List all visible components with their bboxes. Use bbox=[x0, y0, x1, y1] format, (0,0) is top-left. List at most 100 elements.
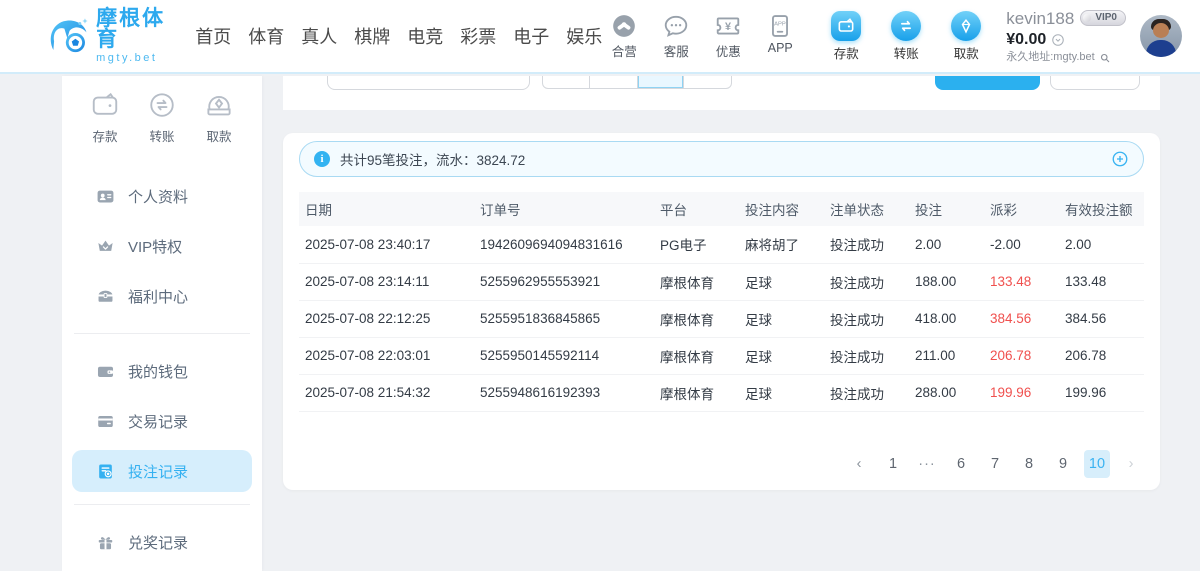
deposit-icon-box bbox=[831, 11, 861, 41]
page-button-7[interactable]: 7 bbox=[982, 450, 1008, 478]
nav-item-7[interactable]: 娱乐 bbox=[566, 23, 602, 49]
quick-action-label: 存款 bbox=[92, 126, 117, 145]
table-cell: 133.48 bbox=[1059, 263, 1144, 300]
sidebar-item-wallet[interactable]: 我的钱包 bbox=[62, 346, 262, 396]
search-button[interactable] bbox=[935, 76, 1040, 90]
table-cell: 投注成功 bbox=[824, 263, 909, 300]
sidebar-item-label: 交易记录 bbox=[128, 411, 188, 432]
nav-item-1[interactable]: 体育 bbox=[248, 23, 284, 49]
header-action-label: 存款 bbox=[834, 43, 859, 62]
nav-item-5[interactable]: 彩票 bbox=[460, 23, 496, 49]
sidebar-item-idcard[interactable]: 个人资料 bbox=[62, 171, 262, 221]
quick-action-label: 转账 bbox=[149, 126, 174, 145]
table-cell: 2.00 bbox=[909, 226, 984, 263]
sidebar-item-betdoc[interactable]: 投注记录 bbox=[72, 450, 252, 492]
pagination: ‹1···678910› bbox=[299, 450, 1144, 478]
date-range-segment-1[interactable] bbox=[543, 76, 589, 88]
transfer-outline-icon bbox=[147, 90, 177, 120]
table-cell: 288.00 bbox=[909, 374, 984, 411]
table-cell: PG电子 bbox=[654, 226, 739, 263]
sidebar-divider bbox=[74, 333, 250, 334]
table-cell: 2025-07-08 22:12:25 bbox=[299, 300, 474, 337]
table-cell: 5255962955553921 bbox=[474, 263, 654, 300]
header-action-label: 优惠 bbox=[716, 41, 741, 60]
header-action-withdraw[interactable]: 取款 bbox=[944, 11, 988, 62]
svg-text:APP: APP bbox=[774, 21, 786, 27]
nav-item-2[interactable]: 真人 bbox=[301, 23, 337, 49]
table-cell: 206.78 bbox=[984, 337, 1059, 374]
nav-item-4[interactable]: 电竞 bbox=[407, 23, 443, 49]
date-range-segment-2[interactable] bbox=[589, 76, 637, 88]
brand-logo[interactable]: 摩根体育 mgty.bet bbox=[46, 8, 171, 64]
top-header: 摩根体育 mgty.bet 首页体育真人棋牌电竞彩票电子娱乐 合营客服 ¥ 优惠 AP… bbox=[0, 0, 1200, 74]
pagination-next[interactable]: › bbox=[1118, 450, 1144, 478]
bet-records-table: 日期订单号平台投注内容注单状态投注派彩有效投注额 2025-07-08 23:4… bbox=[299, 192, 1144, 412]
table-cell: 麻将胡了 bbox=[739, 226, 824, 263]
header-action-chat[interactable]: 客服 bbox=[654, 13, 698, 60]
header-action-app[interactable]: APPAPP bbox=[758, 13, 802, 60]
page-button-10[interactable]: 10 bbox=[1084, 450, 1110, 478]
table-cell: 摩根体育 bbox=[654, 300, 739, 337]
header-action-transfer[interactable]: 转账 bbox=[884, 11, 928, 62]
table-row: 2025-07-08 23:14:115255962955553921摩根体育足… bbox=[299, 263, 1144, 300]
pagination-prev[interactable]: ‹ bbox=[846, 450, 872, 478]
table-cell: 投注成功 bbox=[824, 337, 909, 374]
brand-name: 摩根体育 bbox=[96, 8, 171, 50]
table-cell: 384.56 bbox=[984, 300, 1059, 337]
username: kevin188 bbox=[1006, 8, 1074, 29]
sidebar-item-chest[interactable]: 福利中心 bbox=[62, 271, 262, 321]
magnifier-icon[interactable] bbox=[1099, 52, 1111, 64]
bet-records-card: i 共计95笔投注，流水：3824.72 日期订单号平台投注内容注单状态投注派彩… bbox=[283, 133, 1160, 490]
table-column-header-2: 平台 bbox=[654, 192, 739, 226]
nav-item-6[interactable]: 电子 bbox=[513, 23, 549, 49]
nav-item-0[interactable]: 首页 bbox=[195, 23, 231, 49]
table-cell: 2025-07-08 23:14:11 bbox=[299, 263, 474, 300]
chevron-circle-icon[interactable] bbox=[1051, 33, 1065, 47]
filter-input[interactable] bbox=[327, 76, 530, 90]
table-cell: 摩根体育 bbox=[654, 374, 739, 411]
table-column-header-3: 投注内容 bbox=[739, 192, 824, 226]
table-row: 2025-07-08 22:03:015255950145592114摩根体育足… bbox=[299, 337, 1144, 374]
sidebar-item-gift[interactable]: 兑奖记录 bbox=[62, 517, 262, 567]
table-cell: 足球 bbox=[739, 300, 824, 337]
reset-button[interactable] bbox=[1050, 76, 1140, 90]
page-button-9[interactable]: 9 bbox=[1050, 450, 1076, 478]
sidebar-quick-withdraw[interactable]: 取款 bbox=[204, 90, 234, 145]
header-gray-actions: 合营客服 ¥ 优惠 APPAPP bbox=[602, 13, 802, 60]
header-action-coupon[interactable]: ¥ 优惠 bbox=[706, 13, 750, 60]
vip-badge: VIP0 bbox=[1080, 10, 1126, 27]
summary-text: 共计95笔投注，流水：3824.72 bbox=[340, 149, 525, 169]
balance-amount: ¥0.00 bbox=[1006, 30, 1046, 50]
sidebar-item-label: 我的钱包 bbox=[128, 361, 188, 382]
header-action-label: 客服 bbox=[664, 41, 689, 60]
table-cell: 199.96 bbox=[1059, 374, 1144, 411]
page-button-6[interactable]: 6 bbox=[948, 450, 974, 478]
table-cell: 足球 bbox=[739, 374, 824, 411]
gift-icon bbox=[96, 533, 115, 552]
table-cell: 足球 bbox=[739, 263, 824, 300]
sidebar-quick-deposit[interactable]: 存款 bbox=[90, 90, 120, 145]
header-action-deposit[interactable]: 存款 bbox=[824, 11, 868, 62]
table-cell: 2025-07-08 22:03:01 bbox=[299, 337, 474, 374]
date-range-segment-4[interactable] bbox=[683, 76, 731, 88]
table-cell: 2.00 bbox=[1059, 226, 1144, 263]
plus-circle-icon[interactable] bbox=[1111, 150, 1129, 168]
page-button-8[interactable]: 8 bbox=[1016, 450, 1042, 478]
coupon-icon: ¥ bbox=[715, 13, 741, 39]
sidebar-quick-transfer[interactable]: 转账 bbox=[147, 90, 177, 145]
table-cell: 2025-07-08 21:54:32 bbox=[299, 374, 474, 411]
chat-icon bbox=[663, 13, 689, 39]
table-cell: 足球 bbox=[739, 337, 824, 374]
table-cell: 211.00 bbox=[909, 337, 984, 374]
page-button-1[interactable]: 1 bbox=[880, 450, 906, 478]
user-avatar[interactable] bbox=[1140, 15, 1182, 57]
table-cell: 5255950145592114 bbox=[474, 337, 654, 374]
sidebar-item-crown[interactable]: VIP特权 bbox=[62, 221, 262, 271]
nav-item-3[interactable]: 棋牌 bbox=[354, 23, 390, 49]
date-range-segment-3[interactable] bbox=[637, 76, 683, 88]
sidebar-item-card[interactable]: 交易记录 bbox=[62, 396, 262, 446]
crown-icon bbox=[96, 237, 115, 256]
summary-bar: i 共计95笔投注，流水：3824.72 bbox=[299, 141, 1144, 177]
header-action-handshake[interactable]: 合营 bbox=[602, 13, 646, 60]
header-action-label: 取款 bbox=[954, 43, 979, 62]
